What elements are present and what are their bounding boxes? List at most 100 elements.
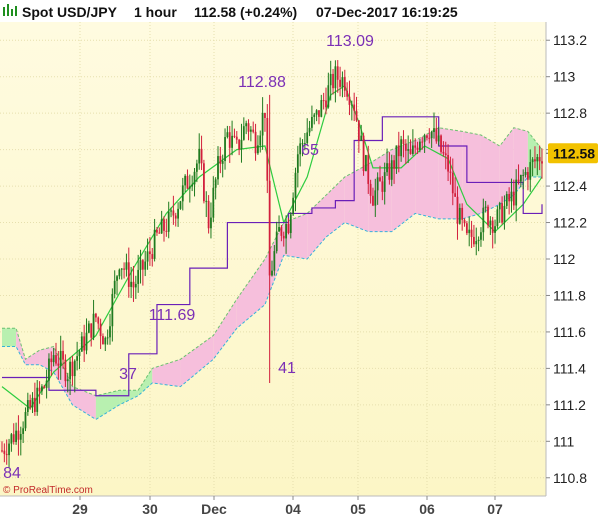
candle-body: [158, 232, 161, 234]
chart-annotation: 41: [278, 360, 296, 377]
candle-body: [278, 227, 280, 232]
candle-body: [45, 380, 48, 388]
candle-body: [447, 155, 449, 172]
candle-body: [510, 191, 513, 202]
candle-body: [428, 137, 431, 139]
price-tick-label: 113: [553, 69, 576, 85]
candle-body: [271, 270, 273, 276]
candle-body: [433, 128, 435, 133]
candle-body: [402, 139, 405, 144]
candle-body: [71, 361, 74, 377]
candle-body: [339, 79, 341, 87]
candle-body: [36, 387, 39, 412]
candle-body: [318, 110, 320, 117]
candle-body: [334, 66, 337, 89]
candle-body: [137, 269, 140, 284]
candle-body: [64, 359, 67, 382]
candle-body: [195, 163, 198, 172]
candle-body: [451, 172, 454, 194]
candle-body: [113, 280, 116, 294]
candle-body: [336, 66, 339, 80]
candle-body: [515, 179, 518, 206]
price-tick-label: 112: [553, 251, 576, 267]
candle-body: [419, 141, 421, 150]
candle-body: [343, 77, 346, 91]
candle-body: [26, 400, 29, 413]
candle-body: [484, 206, 487, 208]
candle-body: [205, 200, 208, 202]
candle-body: [322, 100, 325, 102]
candle-body: [367, 155, 370, 184]
price-tick-label: 111.6: [553, 324, 586, 340]
candle-body: [41, 386, 43, 392]
candle-body: [534, 159, 536, 162]
candle-body: [144, 261, 147, 270]
candle-body: [468, 229, 471, 234]
candle-body: [379, 177, 381, 182]
candle-body: [280, 227, 283, 236]
candle-body: [134, 283, 137, 288]
candle-body: [409, 149, 412, 154]
candle-body: [400, 139, 403, 157]
chart-annotation: 113.09: [326, 33, 374, 50]
candle-body: [181, 185, 184, 202]
candle-body: [165, 230, 168, 232]
candle-body: [55, 355, 57, 364]
candle-body: [442, 151, 445, 154]
price-tick-label: 112.8: [553, 105, 587, 121]
candle-body: [348, 96, 351, 105]
candle-body: [508, 194, 511, 202]
timeframe-label: 1 hour: [134, 4, 177, 20]
candle-body: [186, 175, 189, 189]
cloud-segment: [2, 328, 17, 347]
candle-body: [22, 428, 25, 434]
candle-body: [10, 434, 13, 444]
candle-body: [102, 336, 104, 345]
candle-body: [538, 157, 541, 162]
time-tick-label: Dec: [201, 501, 227, 517]
price-tick-label: 111: [553, 433, 574, 449]
candle-body: [536, 157, 539, 162]
candle-body: [355, 110, 358, 121]
candle-body: [127, 262, 130, 287]
candle-body: [193, 171, 196, 185]
candle-body: [491, 220, 494, 233]
candle-body: [374, 190, 377, 206]
candle-body: [369, 183, 372, 196]
candle-body: [341, 77, 344, 87]
candle-body: [188, 186, 191, 189]
candle-body: [458, 207, 461, 224]
price-chart: 113.09 112.88 111.69 65 41 37 84 113.2 113 112.8…: [0, 0, 600, 519]
candle-body: [111, 293, 114, 327]
candle-body: [386, 163, 388, 173]
candle-body: [57, 363, 60, 366]
candle-body: [198, 148, 201, 164]
candle-body: [224, 137, 226, 162]
candle-body: [498, 203, 501, 210]
candle-body: [191, 184, 194, 187]
candle-body: [210, 217, 212, 229]
candle-body: [69, 361, 71, 380]
candle-body: [228, 132, 231, 148]
candle-body: [5, 453, 8, 456]
time-tick-label: 07: [487, 501, 503, 517]
candle-body: [496, 209, 499, 227]
candle-body: [440, 135, 442, 152]
price-tick-label: 111.2: [553, 397, 586, 413]
candle-body: [43, 386, 46, 388]
candle-body: [52, 355, 55, 363]
candle-body: [66, 379, 69, 382]
candle-body: [261, 112, 264, 136]
candle-body: [15, 430, 17, 442]
candle-body: [167, 211, 170, 232]
candle-body: [505, 194, 508, 206]
candle-body: [519, 175, 522, 182]
candle-body: [207, 200, 210, 229]
candle-body: [463, 219, 466, 224]
chart-annotation: 84: [3, 465, 21, 482]
candle-body: [177, 208, 179, 219]
candle-body: [360, 135, 363, 141]
candle-body: [149, 251, 151, 255]
candle-body: [517, 179, 520, 182]
candle-body: [329, 73, 332, 86]
